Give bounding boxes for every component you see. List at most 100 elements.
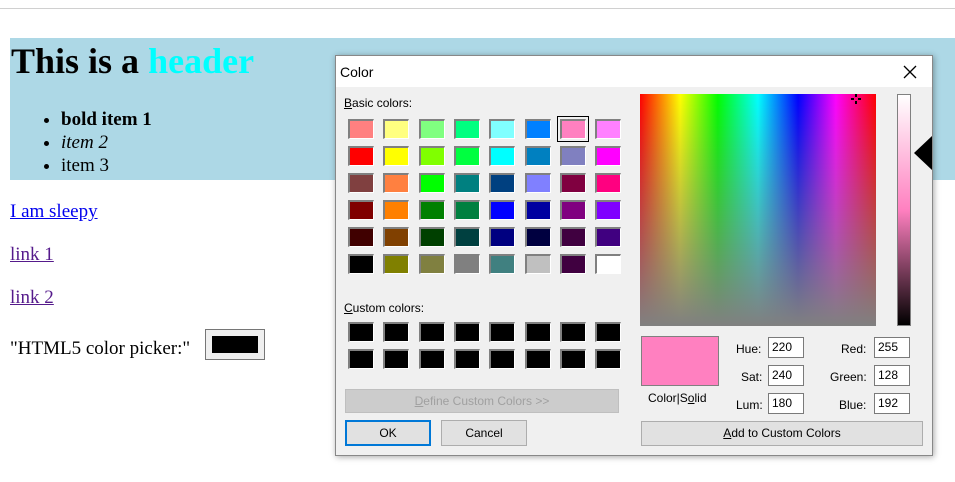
- custom-color-swatch[interactable]: [489, 349, 516, 369]
- add-custom-label-rest: dd to Custom Colors: [731, 426, 841, 440]
- basic-color-swatch[interactable]: [595, 146, 622, 166]
- basic-color-swatch[interactable]: [348, 254, 374, 274]
- basic-color-swatch[interactable]: [524, 200, 551, 220]
- basic-color-swatch[interactable]: [524, 254, 551, 274]
- basic-color-swatch[interactable]: [489, 173, 516, 193]
- header-text: This is a: [11, 41, 149, 81]
- basic-color-swatch[interactable]: [595, 119, 622, 139]
- custom-color-swatch[interactable]: [489, 322, 516, 342]
- basic-color-swatch[interactable]: [595, 200, 622, 220]
- basic-color-swatch[interactable]: [383, 254, 410, 274]
- red-field[interactable]: 255: [874, 337, 910, 358]
- lum-field[interactable]: 180: [768, 393, 804, 414]
- dialog-title: Color: [340, 64, 374, 80]
- basic-color-swatch[interactable]: [559, 146, 586, 166]
- list-item: item 3: [61, 154, 152, 177]
- basic-color-swatch[interactable]: [453, 146, 480, 166]
- basic-color-swatch[interactable]: [383, 146, 410, 166]
- basic-color-swatch[interactable]: [559, 173, 586, 193]
- add-to-custom-colors-button[interactable]: Add to Custom Colors: [641, 421, 923, 446]
- basic-color-swatch[interactable]: [489, 200, 516, 220]
- basic-color-swatch[interactable]: [559, 254, 586, 274]
- basic-color-swatch[interactable]: [489, 254, 516, 274]
- basic-color-swatch[interactable]: [489, 146, 516, 166]
- luminance-arrow-icon[interactable]: [914, 136, 932, 170]
- item-list: bold item 1 item 2 item 3: [21, 108, 152, 177]
- custom-color-swatch[interactable]: [383, 322, 410, 342]
- close-button[interactable]: [888, 56, 932, 87]
- basic-color-swatch[interactable]: [418, 146, 445, 166]
- sat-field[interactable]: 240: [768, 365, 804, 386]
- basic-color-swatch[interactable]: [348, 119, 374, 139]
- basic-colors-label: Basic colors:: [344, 96, 412, 110]
- basic-color-swatch[interactable]: [559, 200, 586, 220]
- define-custom-colors-label-rest: efine Custom Colors >>: [423, 394, 550, 408]
- basic-color-swatch[interactable]: [418, 119, 445, 139]
- custom-color-swatch[interactable]: [559, 349, 586, 369]
- basic-color-swatch[interactable]: [453, 173, 480, 193]
- basic-color-swatch[interactable]: [524, 227, 551, 247]
- custom-color-swatch[interactable]: [453, 322, 480, 342]
- custom-color-swatch[interactable]: [559, 322, 586, 342]
- basic-color-swatch[interactable]: [524, 146, 551, 166]
- blue-field[interactable]: 192: [874, 393, 910, 414]
- define-custom-colors-button[interactable]: Define Custom Colors >>: [345, 389, 619, 413]
- custom-color-swatch[interactable]: [418, 322, 445, 342]
- custom-color-swatch[interactable]: [383, 349, 410, 369]
- custom-color-swatch[interactable]: [595, 322, 622, 342]
- basic-color-swatch[interactable]: [383, 200, 410, 220]
- ok-button[interactable]: OK: [345, 420, 431, 446]
- basic-color-swatch[interactable]: [418, 227, 445, 247]
- custom-colors-label: Custom colors:: [344, 301, 424, 315]
- custom-color-swatch[interactable]: [418, 349, 445, 369]
- header-highlight-text: header: [148, 41, 255, 81]
- basic-color-swatch[interactable]: [383, 173, 410, 193]
- basic-color-swatch[interactable]: [453, 200, 480, 220]
- basic-color-swatch[interactable]: [418, 173, 445, 193]
- green-label: Green:: [830, 370, 867, 384]
- basic-color-swatch[interactable]: [559, 227, 586, 247]
- green-field[interactable]: 128: [874, 365, 910, 386]
- hue-field[interactable]: 220: [768, 337, 804, 358]
- cancel-button[interactable]: Cancel: [441, 420, 527, 446]
- basic-color-swatch[interactable]: [453, 227, 480, 247]
- color-solid-label: Color|Solid: [648, 391, 707, 405]
- color-preview: [641, 336, 719, 386]
- close-x-icon: [903, 65, 917, 78]
- sat-label: Sat:: [741, 370, 763, 384]
- link-2[interactable]: link 2: [10, 287, 54, 309]
- custom-color-swatch[interactable]: [524, 349, 551, 369]
- basic-color-swatch[interactable]: [595, 173, 622, 193]
- basic-color-swatch[interactable]: [348, 146, 374, 166]
- basic-color-swatch[interactable]: [418, 254, 445, 274]
- custom-color-swatch[interactable]: [595, 349, 622, 369]
- custom-color-swatch[interactable]: [453, 349, 480, 369]
- basic-color-swatch[interactable]: [524, 173, 551, 193]
- luminance-slider[interactable]: [897, 94, 911, 326]
- basic-color-swatch[interactable]: [595, 254, 622, 274]
- red-label: Red:: [841, 342, 867, 356]
- custom-color-swatch[interactable]: [524, 322, 551, 342]
- basic-colors-label-rest: asic colors:: [352, 96, 413, 110]
- color-picker-input[interactable]: [205, 329, 265, 360]
- basic-color-swatch[interactable]: [383, 227, 410, 247]
- basic-color-swatch[interactable]: [348, 200, 374, 220]
- color-spectrum[interactable]: [640, 94, 876, 326]
- basic-color-swatch[interactable]: [595, 227, 622, 247]
- custom-color-swatch[interactable]: [348, 349, 374, 369]
- custom-color-swatch[interactable]: [348, 322, 374, 342]
- link-1[interactable]: link 1: [10, 244, 54, 266]
- basic-color-swatch[interactable]: [524, 119, 551, 139]
- basic-color-swatch[interactable]: [489, 227, 516, 247]
- basic-color-swatch[interactable]: [556, 116, 589, 142]
- basic-color-swatch[interactable]: [489, 119, 516, 139]
- basic-color-swatch[interactable]: [383, 119, 410, 139]
- top-border-line: [0, 8, 955, 9]
- basic-color-swatch[interactable]: [453, 254, 480, 274]
- basic-color-swatch[interactable]: [453, 119, 480, 139]
- hue-label: Hue:: [736, 342, 762, 356]
- basic-color-swatch[interactable]: [348, 173, 374, 193]
- basic-color-swatch[interactable]: [418, 200, 445, 220]
- basic-color-swatch[interactable]: [348, 227, 374, 247]
- link-i-am-sleepy[interactable]: I am sleepy: [10, 201, 98, 223]
